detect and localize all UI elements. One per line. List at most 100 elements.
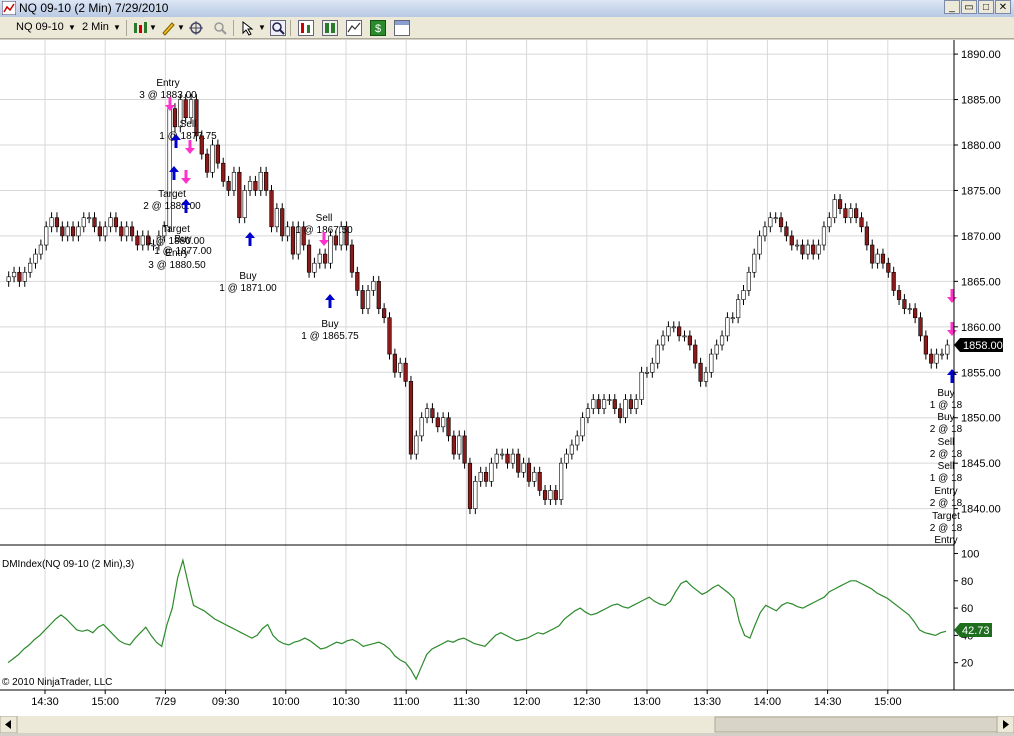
x-tick-label: 13:30	[693, 696, 721, 708]
y-tick-label: 1880.00	[961, 140, 1001, 152]
trade-annotation-price: 1 @ 1877.00	[154, 246, 212, 257]
trade-annotation: Target2 @ 18	[930, 511, 963, 534]
chevron-down-icon[interactable]: ▼	[258, 23, 266, 32]
magnifier-icon[interactable]	[270, 20, 286, 36]
data-box-icon[interactable]	[298, 20, 314, 36]
interval-selector[interactable]: 2 Min	[82, 21, 109, 33]
title-bar: NQ 09-10 (2 Min) 7/29/2010 _ ▭ □ ✕	[0, 0, 1014, 17]
instrument-selector[interactable]: NQ 09-10	[16, 21, 64, 33]
separator	[126, 20, 127, 36]
candlestick	[473, 475, 478, 515]
trade-annotation-label: Sell	[938, 437, 955, 448]
candlestick	[328, 230, 333, 269]
indicator-tick-label: 20	[961, 658, 973, 670]
strategy-icon[interactable]: $	[370, 20, 386, 36]
trade-annotation-price: 2 @ 18	[930, 498, 963, 509]
scroll-thumb[interactable]	[714, 716, 998, 733]
candlestick	[269, 185, 274, 233]
y-tick-label: 1890.00	[961, 49, 1001, 61]
pointer-icon[interactable]	[240, 20, 256, 36]
indicator-last-label: 42.73	[954, 623, 992, 637]
x-tick-label: 12:00	[513, 696, 541, 708]
candlestick	[306, 239, 312, 278]
separator	[290, 20, 291, 36]
toolbar: NQ 09-10 ▼ 2 Min ▼ ▼ ▼ ▼ $	[0, 17, 1014, 39]
zoom-icon[interactable]	[212, 20, 228, 36]
last-price-text: 1858.00	[963, 340, 1003, 352]
candlestick	[462, 430, 467, 469]
trade-annotation-label: Buy	[239, 271, 256, 282]
x-tick-label: 14:30	[814, 696, 842, 708]
trade-annotation-price: 2 @ 18	[930, 449, 963, 460]
candlestick	[467, 457, 473, 515]
horizontal-scrollbar[interactable]	[0, 715, 1014, 734]
maximize-button[interactable]: □	[978, 0, 994, 14]
chart-background	[0, 40, 1014, 716]
candlestick	[639, 366, 644, 405]
x-tick-label: 15:00	[874, 696, 902, 708]
restore-button[interactable]: ▭	[961, 0, 977, 14]
indicator-last-text: 42.73	[962, 625, 990, 637]
candlestick	[237, 166, 242, 224]
chevron-down-icon[interactable]: ▼	[177, 23, 185, 32]
chart-canvas: Entry3 @ 1883.00Sell1 @ 1877.75Target2 @…	[0, 40, 1014, 716]
x-tick-label: 10:00	[272, 696, 300, 708]
copyright: © 2010 NinjaTrader, LLC	[2, 677, 112, 688]
indicator-label: DMIndex(NQ 09-10 (2 Min),3)	[2, 559, 134, 570]
trade-annotation-price: 1 @ 18	[930, 473, 963, 484]
close-button[interactable]: ✕	[995, 0, 1011, 14]
trade-annotation-label: Buy	[937, 388, 954, 399]
candlestick	[290, 221, 296, 260]
candlestick	[167, 103, 172, 233]
indicator-tick-label: 60	[961, 603, 973, 615]
svg-text:$: $	[375, 23, 381, 35]
trade-annotation-price: 3 @ 1880.50	[148, 260, 206, 271]
candlestick	[408, 375, 414, 460]
x-tick-label: 11:30	[453, 696, 480, 708]
chevron-down-icon[interactable]: ▼	[149, 23, 157, 32]
chevron-down-icon[interactable]: ▼	[68, 23, 76, 32]
y-tick-label: 1875.00	[961, 185, 1001, 197]
window-layout-icon[interactable]	[394, 20, 410, 36]
chevron-down-icon[interactable]: ▼	[113, 23, 121, 32]
trade-annotation-label: Sell	[938, 461, 955, 472]
candlestick	[387, 312, 392, 360]
x-tick-label: 14:30	[31, 696, 59, 708]
indicator-tick-label: 100	[961, 548, 979, 560]
chart-app-icon	[2, 1, 16, 15]
y-tick-label: 1860.00	[961, 322, 1001, 334]
y-tick-label: 1850.00	[961, 413, 1001, 425]
candlestick	[376, 275, 381, 315]
x-tick-label: 09:30	[212, 696, 240, 708]
trade-annotation-label: Sell	[180, 119, 197, 130]
x-tick-label: 11:00	[393, 696, 420, 708]
candlestick	[242, 185, 247, 224]
trade-annotation-price: 3 @ 1883.00	[139, 90, 197, 101]
y-tick-label: 1870.00	[961, 231, 1001, 243]
candlestick	[280, 203, 285, 242]
separator	[233, 20, 234, 36]
x-tick-label: 10:30	[332, 696, 360, 708]
trade-annotation-price: 1 @ 1865.75	[301, 331, 359, 342]
bar-type-icon[interactable]	[132, 20, 148, 36]
trade-annotation-label: Buy	[937, 412, 954, 423]
indicators-icon[interactable]	[346, 20, 362, 36]
trade-annotation-label: Sell	[316, 213, 333, 224]
last-price-label: 1858.00	[954, 338, 1003, 352]
candlestick	[210, 139, 215, 178]
minimize-button[interactable]: _	[944, 0, 960, 14]
y-tick-label: 1845.00	[961, 458, 1001, 470]
crosshair-icon[interactable]	[188, 20, 204, 36]
y-tick-label: 1865.00	[961, 276, 1001, 288]
trade-annotation-label: Target	[932, 511, 960, 522]
trade-annotation-price: 1 @ 18	[930, 400, 963, 411]
y-tick-label: 1840.00	[961, 504, 1001, 516]
properties-icon[interactable]	[322, 20, 338, 36]
trade-annotation-price: 2 @ 18	[930, 424, 963, 435]
trade-annotation-price: 1 @ 1877.75	[159, 131, 217, 142]
y-tick-label: 1855.00	[961, 367, 1001, 379]
trade-annotation-label: Target	[158, 189, 186, 200]
trade-annotation-price: 2 @ 1880.00	[143, 201, 201, 212]
pencil-icon[interactable]	[160, 20, 176, 36]
indicator-tick-label: 80	[961, 576, 973, 588]
